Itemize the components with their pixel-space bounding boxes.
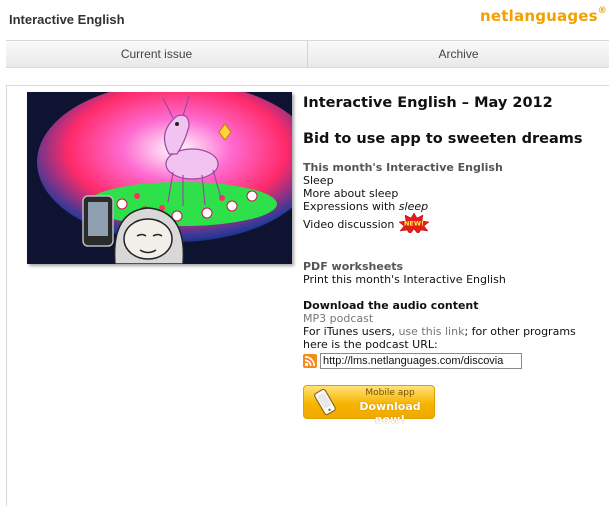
podcast-url-field[interactable] — [320, 353, 522, 369]
issue-details: Interactive English – May 2012 Bid to us… — [303, 94, 603, 426]
pdf-heading: PDF worksheets — [303, 260, 404, 273]
brand-mark: ® — [597, 6, 607, 16]
audio-section: Download the audio content MP3 podcast F… — [303, 299, 603, 369]
top-bar: Interactive English netlanguages® — [0, 0, 609, 38]
video-discussion-label: Video discussion — [303, 218, 395, 231]
brand-name: netlanguages — [480, 7, 598, 25]
expressions-word: sleep — [398, 200, 429, 213]
phone-icon — [314, 388, 336, 416]
new-badge-icon: NEW! — [398, 213, 430, 233]
podcast-url-row — [303, 353, 603, 369]
tab-current-issue[interactable]: Current issue — [6, 41, 307, 67]
issue-panel: Interactive English – May 2012 Bid to us… — [6, 85, 609, 506]
brand-logo[interactable]: netlanguages® — [480, 6, 607, 25]
new-badge-text: NEW! — [404, 220, 424, 228]
itunes-link[interactable]: use this link — [398, 325, 464, 338]
mobile-app-download-button[interactable]: Mobile app Download now! — [303, 385, 435, 426]
link-expressions[interactable]: Expressions with sleep — [303, 200, 603, 213]
mobile-app-label: Mobile app — [365, 388, 415, 398]
audio-text-before: For iTunes users, — [303, 325, 399, 338]
tab-bar: Current issue Archive — [6, 40, 609, 68]
rss-icon[interactable] — [303, 354, 317, 368]
this-month-heading: This month's Interactive English — [303, 161, 503, 174]
download-now-label: Download now! — [359, 400, 421, 426]
audio-subheading: MP3 podcast — [303, 312, 374, 325]
link-video-discussion[interactable]: Video discussion NEW! — [303, 213, 603, 233]
audio-instructions: For iTunes users, use this link; for oth… — [303, 325, 603, 351]
expressions-label: Expressions with — [303, 200, 399, 213]
link-more-about-sleep[interactable]: More about sleep — [303, 187, 603, 200]
issue-illustration — [27, 92, 292, 264]
issue-headline[interactable]: Bid to use app to sweeten dreams — [303, 130, 603, 149]
link-print-worksheets[interactable]: Print this month's Interactive English — [303, 273, 603, 286]
this-month-section: This month's Interactive English Sleep M… — [303, 161, 603, 233]
link-sleep[interactable]: Sleep — [303, 174, 603, 187]
tab-archive[interactable]: Archive — [307, 41, 609, 67]
app-title: Interactive English — [9, 12, 125, 27]
pdf-section: PDF worksheets Print this month's Intera… — [303, 260, 603, 286]
issue-title: Interactive English – May 2012 — [303, 95, 553, 111]
audio-heading: Download the audio content — [303, 299, 479, 312]
